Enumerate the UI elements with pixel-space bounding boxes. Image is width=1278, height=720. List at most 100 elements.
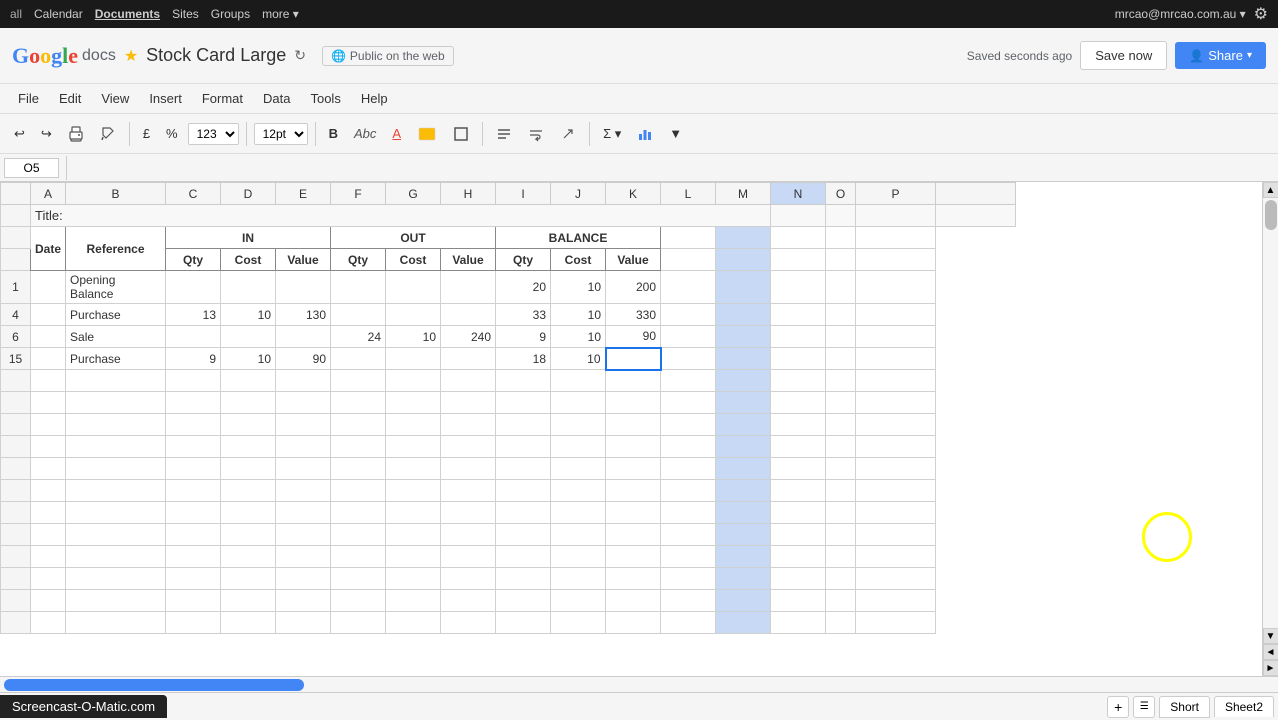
menu-tools[interactable]: Tools [302, 87, 348, 110]
r1-in-cost[interactable] [221, 271, 276, 304]
r1-extra1[interactable] [661, 271, 716, 304]
sheet-tab-sheet2[interactable]: Sheet2 [1214, 696, 1274, 717]
col-header-p[interactable]: P [856, 183, 936, 205]
col-header-m[interactable]: M [716, 183, 771, 205]
col-header-o[interactable]: O [826, 183, 856, 205]
font-size-select[interactable]: 12pt [254, 123, 308, 145]
nav-more[interactable]: more ▾ [262, 7, 299, 21]
borders-button[interactable] [447, 122, 475, 146]
r4-bal-qty[interactable]: 33 [496, 304, 551, 326]
paintformat-button[interactable] [94, 122, 122, 146]
menu-data[interactable]: Data [255, 87, 298, 110]
r15-bal-cost[interactable]: 10 [551, 348, 606, 370]
menu-file[interactable]: File [10, 87, 47, 110]
r1-out-qty[interactable] [331, 271, 386, 304]
r6-extra1[interactable] [661, 326, 716, 348]
cell-reference-input[interactable] [4, 158, 59, 178]
r4-in-value[interactable]: 130 [276, 304, 331, 326]
r4-in-cost[interactable]: 10 [221, 304, 276, 326]
title-p[interactable] [856, 205, 936, 227]
r15-extra1[interactable] [661, 348, 716, 370]
r4-ref[interactable]: Purchase [66, 304, 166, 326]
scroll-track-right[interactable] [1265, 198, 1277, 628]
col-header-a[interactable]: A [31, 183, 66, 205]
chart-button[interactable] [631, 122, 659, 146]
r6-bal-value[interactable]: 90 [606, 326, 661, 348]
text-color-button[interactable]: A [386, 122, 407, 145]
col-header-h[interactable]: H [441, 183, 496, 205]
r1-ref[interactable]: OpeningBalance [66, 271, 166, 304]
r4-in-qty[interactable]: 13 [166, 304, 221, 326]
r1-bal-value[interactable]: 200 [606, 271, 661, 304]
rotate-button[interactable] [554, 122, 582, 146]
bottom-scrollbar[interactable] [0, 676, 1278, 692]
r4-date[interactable] [31, 304, 66, 326]
scroll-nav-left[interactable]: ◄ [1263, 644, 1278, 660]
nav-documents[interactable]: Documents [95, 7, 160, 21]
title-o[interactable] [826, 205, 856, 227]
nav-sites[interactable]: Sites [172, 7, 199, 21]
col-header-extra[interactable] [936, 183, 1016, 205]
print-button[interactable] [62, 122, 90, 146]
r4-out-value[interactable] [441, 304, 496, 326]
col-header-d[interactable]: D [221, 183, 276, 205]
r15-bal-value-active[interactable] [606, 348, 661, 370]
scroll-thumb-right[interactable] [1265, 200, 1277, 230]
filter-button[interactable]: ▼ [663, 122, 688, 145]
save-now-button[interactable]: Save now [1080, 41, 1167, 70]
menu-insert[interactable]: Insert [141, 87, 190, 110]
share-button[interactable]: 👤 Share ▾ [1175, 42, 1266, 69]
undo-button[interactable]: ↩ [8, 122, 31, 146]
wrap-button[interactable] [522, 122, 550, 146]
menu-view[interactable]: View [93, 87, 137, 110]
r1-extra3[interactable] [771, 271, 826, 304]
col-header-c[interactable]: C [166, 183, 221, 205]
r4-extra2[interactable] [716, 304, 771, 326]
r4-extra4[interactable] [826, 304, 856, 326]
scroll-down-arrow[interactable]: ▼ [1263, 628, 1278, 644]
nav-all[interactable]: all [10, 7, 22, 21]
r4-extra3[interactable] [771, 304, 826, 326]
scroll-up-arrow[interactable]: ▲ [1263, 182, 1278, 198]
title-cell[interactable]: Title: [31, 205, 771, 227]
add-sheet-button[interactable]: + [1107, 696, 1129, 718]
star-icon[interactable]: ★ [124, 46, 138, 66]
r6-out-cost[interactable]: 10 [386, 326, 441, 348]
menu-format[interactable]: Format [194, 87, 251, 110]
r15-in-value[interactable]: 90 [276, 348, 331, 370]
r6-bal-cost[interactable]: 10 [551, 326, 606, 348]
r15-date[interactable] [31, 348, 66, 370]
number-format-select[interactable]: 123 [188, 123, 239, 145]
settings-icon[interactable]: ⚙ [1254, 4, 1268, 24]
col-header-i[interactable]: I [496, 183, 551, 205]
r4-bal-cost[interactable]: 10 [551, 304, 606, 326]
sum-button[interactable]: Σ ▾ [597, 122, 627, 146]
r15-extra5[interactable] [856, 348, 936, 370]
r1-out-cost[interactable] [386, 271, 441, 304]
sheet-menu-button[interactable]: ☰ [1133, 696, 1155, 718]
r1-out-value[interactable] [441, 271, 496, 304]
r15-out-cost[interactable] [386, 348, 441, 370]
col-header-b[interactable]: B [66, 183, 166, 205]
r1-bal-cost[interactable]: 10 [551, 271, 606, 304]
align-button[interactable] [490, 122, 518, 146]
menu-help[interactable]: Help [353, 87, 396, 110]
r6-extra5[interactable] [856, 326, 936, 348]
r6-bal-qty[interactable]: 9 [496, 326, 551, 348]
r6-extra2[interactable] [716, 326, 771, 348]
redo-button[interactable]: ↪ [35, 122, 58, 146]
r4-bal-value[interactable]: 330 [606, 304, 661, 326]
r6-out-qty[interactable]: 24 [331, 326, 386, 348]
scroll-thumb-horizontal[interactable] [4, 679, 304, 691]
r15-in-qty[interactable]: 9 [166, 348, 221, 370]
right-scrollbar[interactable]: ▲ ▼ ◄ ► [1262, 182, 1278, 676]
google-docs-logo[interactable]: Google docs [12, 43, 116, 69]
scroll-nav-right[interactable]: ► [1263, 660, 1278, 676]
col-header-l[interactable]: L [661, 183, 716, 205]
r15-extra2[interactable] [716, 348, 771, 370]
r6-extra3[interactable] [771, 326, 826, 348]
menu-edit[interactable]: Edit [51, 87, 89, 110]
r6-in-cost[interactable] [221, 326, 276, 348]
spreadsheet-scroll[interactable]: A B C D E F G H I J K L [0, 182, 1262, 676]
percent-button[interactable]: % [160, 122, 184, 145]
